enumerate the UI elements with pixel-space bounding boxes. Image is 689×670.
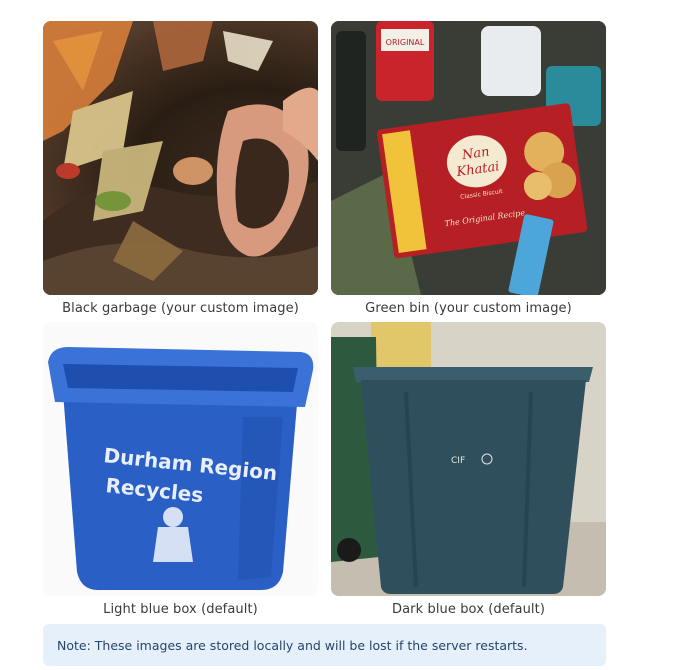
- storage-note: Note: These images are stored locally an…: [43, 624, 606, 666]
- light-blue-box-image[interactable]: Durham Region Recycles: [43, 322, 318, 596]
- gallery-item-light-blue-box[interactable]: Durham Region Recycles Light blue box (d…: [43, 322, 318, 617]
- light-blue-box-illustration: Durham Region Recycles: [48, 347, 314, 590]
- gallery-caption: Black garbage (your custom image): [62, 301, 299, 316]
- green-bin-image[interactable]: ORIGINAL Nan Khatai Classic Biscuit The …: [331, 21, 606, 295]
- box-label: CIF: [451, 456, 465, 466]
- gallery-caption: Light blue box (default): [103, 602, 258, 617]
- dark-blue-box-image[interactable]: CIF: [331, 322, 606, 596]
- note-text: Note: These images are stored locally an…: [57, 637, 528, 653]
- gallery-item-green-bin[interactable]: ORIGINAL Nan Khatai Classic Biscuit The …: [331, 21, 606, 316]
- gallery-caption: Dark blue box (default): [391, 602, 546, 617]
- compost-illustration: [43, 21, 318, 295]
- gallery-item-dark-blue-box[interactable]: CIF Dark blue box (default): [331, 322, 606, 617]
- jar-label: ORIGINAL: [386, 38, 425, 47]
- gallery-caption: Green bin (your custom image): [365, 301, 572, 316]
- bin-contents-illustration: ORIGINAL Nan Khatai Classic Biscuit The …: [331, 21, 606, 295]
- page: Black garbage (your custom image) ORIGIN…: [0, 0, 689, 670]
- gallery-item-black-garbage[interactable]: Black garbage (your custom image): [43, 21, 318, 316]
- black-garbage-image[interactable]: [43, 21, 318, 295]
- dark-blue-box-illustration: CIF: [331, 322, 606, 596]
